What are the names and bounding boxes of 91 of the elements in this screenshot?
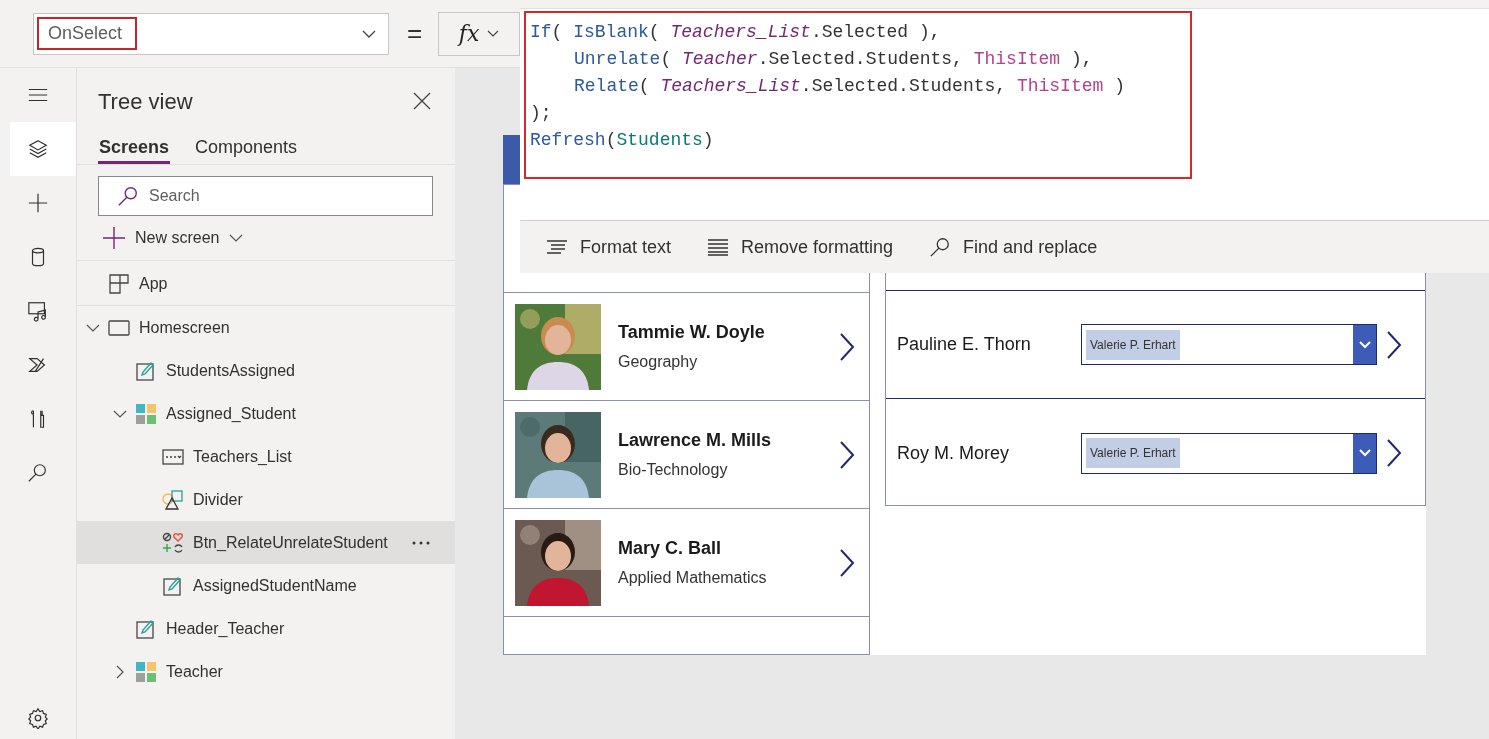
dropdown-arrow-button[interactable] bbox=[1353, 325, 1376, 364]
chevron-down-icon bbox=[1358, 449, 1371, 457]
toolbar-button[interactable]: Find and replace bbox=[929, 233, 1098, 261]
chevron-right-icon[interactable] bbox=[1386, 438, 1402, 468]
teacher-subject: Bio-Technology bbox=[618, 460, 729, 480]
controls-icon bbox=[162, 531, 184, 554]
tree-item-label: Divider bbox=[193, 489, 243, 510]
tree-item-label: AssignedStudentName bbox=[193, 575, 357, 596]
code-line: If( IsBlank( Teachers_List.Selected ), bbox=[530, 21, 942, 44]
tab[interactable]: Screens bbox=[98, 134, 171, 164]
search-input[interactable]: Search bbox=[149, 184, 432, 208]
gallery-icon bbox=[135, 660, 157, 683]
dropdown-arrow-button[interactable] bbox=[1353, 433, 1376, 473]
tree-item-label: Btn_RelateUnrelateStudent bbox=[193, 532, 388, 553]
search-icon bbox=[27, 462, 49, 484]
chevron-down-icon bbox=[487, 29, 500, 38]
tree-item[interactable]: Teacher bbox=[77, 650, 455, 693]
teacher-subject: Applied Mathematics bbox=[618, 568, 767, 588]
tree-item[interactable]: Teachers_List bbox=[77, 435, 455, 478]
gallery-row[interactable]: Pauline E. Thorn Valerie P. Erhart bbox=[886, 291, 1425, 399]
toolbar-button[interactable]: Remove formatting bbox=[707, 233, 894, 261]
edit-icon bbox=[163, 575, 183, 596]
tree-item[interactable]: Divider bbox=[77, 478, 455, 521]
fx-button[interactable]: fx bbox=[438, 11, 520, 56]
format-text-icon bbox=[546, 239, 568, 255]
search-icon bbox=[117, 185, 139, 207]
tree-item[interactable]: StudentsAssigned bbox=[77, 349, 455, 392]
chevron-down-icon bbox=[229, 233, 244, 243]
code-line: Unrelate( Teacher.Selected.Students, ThisItem ), bbox=[573, 48, 1094, 71]
teacher-name: Mary C. Ball bbox=[618, 537, 723, 560]
plus-icon bbox=[103, 227, 125, 249]
code-line: ); bbox=[530, 102, 553, 125]
student-name: Pauline E. Thorn bbox=[897, 333, 1032, 356]
tree-item-label: Assigned_Student bbox=[166, 403, 296, 424]
chevron-right-icon[interactable] bbox=[839, 439, 855, 470]
layers-icon bbox=[27, 138, 49, 160]
edit-icon bbox=[136, 360, 156, 381]
edit-icon bbox=[136, 618, 156, 639]
chevron-right-icon[interactable] bbox=[839, 331, 855, 362]
tree-item[interactable]: Header_Teacher bbox=[77, 607, 455, 650]
gallery-icon bbox=[135, 402, 157, 425]
more-icon[interactable] bbox=[411, 539, 431, 546]
remove-formatting-icon bbox=[707, 238, 730, 256]
gallery-row[interactable]: Roy M. Morey Valerie P. Erhart bbox=[886, 399, 1425, 507]
selected-teacher-chip: Valerie P. Erhart bbox=[1086, 329, 1180, 360]
tree-item[interactable]: Btn_RelateUnrelateStudent bbox=[77, 521, 455, 564]
tree-item[interactable]: Assigned_Student bbox=[77, 392, 455, 435]
search-icon bbox=[929, 236, 952, 258]
tree-item[interactable]: AssignedStudentName bbox=[77, 564, 455, 607]
tree-item-label: Homescreen bbox=[139, 317, 230, 338]
dropdown-icon bbox=[162, 448, 184, 465]
formula-code[interactable]: If( IsBlank( Teachers_List.Selected ), Unrelate( Teacher.Selected.Students, ThisItem ), Relate( Teachers_List.Selected.Students, ThisItem ) ); Refresh(Students) bbox=[524, 11, 1192, 179]
plus-icon bbox=[27, 192, 49, 214]
selected-teacher-chip: Valerie P. Erhart bbox=[1086, 438, 1180, 468]
search-field[interactable]: Search bbox=[98, 176, 433, 216]
tab[interactable]: Components bbox=[194, 134, 299, 164]
tree-item-label: StudentsAssigned bbox=[166, 360, 295, 381]
media-icon bbox=[27, 300, 49, 322]
screen-icon bbox=[108, 318, 130, 337]
code-line: Relate( Teachers_List.Selected.Students, ThisItem ) bbox=[573, 75, 1126, 98]
close-icon[interactable] bbox=[413, 92, 431, 110]
chevron-down-icon bbox=[362, 28, 377, 39]
property-name: OnSelect bbox=[37, 17, 137, 50]
tree-item-label: Header_Teacher bbox=[166, 618, 285, 639]
code-line: Refresh(Students) bbox=[530, 129, 715, 152]
toolbar-button[interactable]: Format text bbox=[546, 233, 672, 261]
student-name: Roy M. Morey bbox=[897, 441, 1011, 465]
equals-sign: = bbox=[407, 17, 423, 50]
tree-item-label: App bbox=[139, 273, 168, 294]
tree-item-label: Teacher bbox=[166, 661, 223, 682]
chevron-right-icon[interactable] bbox=[1386, 329, 1402, 360]
panel-title: Tree view bbox=[98, 87, 193, 116]
new-screen-button[interactable]: New screen bbox=[103, 226, 244, 250]
chevron-right-icon[interactable] bbox=[839, 547, 855, 578]
property-dropdown[interactable]: OnSelect bbox=[33, 12, 390, 55]
tree-item[interactable]: App bbox=[77, 262, 455, 305]
teacher-name: Tammie W. Doyle bbox=[618, 321, 765, 344]
teacher-dropdown[interactable]: Valerie P. Erhart bbox=[1081, 432, 1377, 474]
chevron-down-icon bbox=[1358, 340, 1371, 349]
gallery-row[interactable]: Tammie W. Doyle Geography bbox=[504, 293, 869, 401]
teacher-name: Lawrence M. Mills bbox=[618, 429, 772, 452]
teacher-dropdown[interactable]: Valerie P. Erhart bbox=[1081, 324, 1377, 365]
settings-icon bbox=[27, 707, 49, 729]
shapes-icon bbox=[162, 488, 184, 511]
gallery-row[interactable]: Lawrence M. Mills Bio-Technology bbox=[504, 401, 869, 509]
tree-item[interactable]: Homescreen bbox=[77, 306, 455, 349]
app-icon bbox=[108, 272, 130, 295]
teacher-subject: Geography bbox=[618, 352, 699, 372]
tree-item-label: Teachers_List bbox=[193, 446, 292, 467]
rail-button[interactable] bbox=[10, 122, 76, 176]
gallery-row[interactable]: Mary C. Ball Applied Mathematics bbox=[504, 509, 869, 617]
